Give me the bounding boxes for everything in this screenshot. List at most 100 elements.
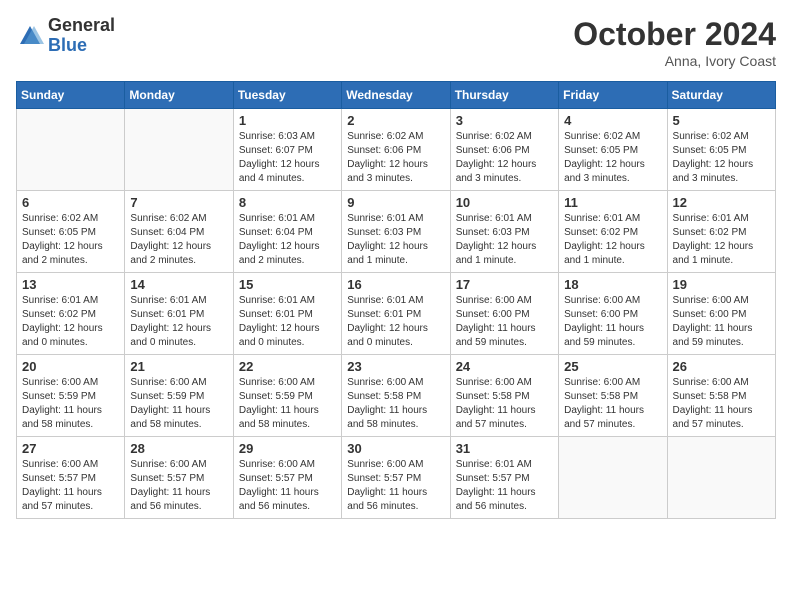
day-number: 22 xyxy=(239,359,336,374)
calendar-week-row: 6Sunrise: 6:02 AM Sunset: 6:05 PM Daylig… xyxy=(17,191,776,273)
day-detail: Sunrise: 6:00 AM Sunset: 5:58 PM Dayligh… xyxy=(564,376,661,432)
day-detail: Sunrise: 6:00 AM Sunset: 5:57 PM Dayligh… xyxy=(239,458,336,514)
day-detail: Sunrise: 6:00 AM Sunset: 6:00 PM Dayligh… xyxy=(456,294,553,350)
calendar-cell: 6Sunrise: 6:02 AM Sunset: 6:05 PM Daylig… xyxy=(17,191,125,273)
day-number: 5 xyxy=(673,113,770,128)
calendar-cell: 31Sunrise: 6:01 AM Sunset: 5:57 PM Dayli… xyxy=(450,437,558,519)
page-header: General Blue October 2024 Anna, Ivory Co… xyxy=(16,16,776,69)
day-number: 28 xyxy=(130,441,227,456)
calendar-cell: 27 Sunrise: 6:00 AM Sunset: 5:57 PM Dayli… xyxy=(17,437,125,519)
day-number: 9 xyxy=(347,195,444,210)
calendar-cell: 20 Sunrise: 6:00 AM Sunset: 5:59 PM Dayli… xyxy=(17,355,125,437)
day-detail: Sunrise: 6:01 AM Sunset: 6:02 PM Dayligh… xyxy=(22,294,119,350)
day-detail: Sunrise: 6:03 AM Sunset: 6:07 PM Dayligh… xyxy=(239,130,336,186)
calendar-cell: 2Sunrise: 6:02 AM Sunset: 6:06 PM Daylig… xyxy=(342,109,450,191)
day-number: 10 xyxy=(456,195,553,210)
day-number: 7 xyxy=(130,195,227,210)
weekday-header: Tuesday xyxy=(233,82,341,109)
calendar-cell: 21 Sunrise: 6:00 AM Sunset: 5:59 PM Dayli… xyxy=(125,355,233,437)
calendar-cell: 25Sunrise: 6:00 AM Sunset: 5:58 PM Dayli… xyxy=(559,355,667,437)
calendar-cell xyxy=(559,437,667,519)
day-number: 1 xyxy=(239,113,336,128)
calendar-cell: 13 Sunrise: 6:01 AM Sunset: 6:02 PM Dayli… xyxy=(17,273,125,355)
logo: General Blue xyxy=(16,16,115,56)
day-number: 14 xyxy=(130,277,227,292)
day-number: 17 xyxy=(456,277,553,292)
calendar-cell: 9 Sunrise: 6:01 AM Sunset: 6:03 PM Daylig… xyxy=(342,191,450,273)
day-detail: Sunrise: 6:00 AM Sunset: 5:58 PM Dayligh… xyxy=(673,376,770,432)
calendar-cell: 18 Sunrise: 6:00 AM Sunset: 6:00 PM Dayli… xyxy=(559,273,667,355)
day-number: 3 xyxy=(456,113,553,128)
day-detail: Sunrise: 6:01 AM Sunset: 6:03 PM Dayligh… xyxy=(347,212,444,268)
calendar-week-row: 27 Sunrise: 6:00 AM Sunset: 5:57 PM Dayli… xyxy=(17,437,776,519)
logo-icon xyxy=(16,22,44,50)
weekday-header: Friday xyxy=(559,82,667,109)
calendar-week-row: 20 Sunrise: 6:00 AM Sunset: 5:59 PM Dayli… xyxy=(17,355,776,437)
day-number: 30 xyxy=(347,441,444,456)
day-number: 21 xyxy=(130,359,227,374)
day-number: 29 xyxy=(239,441,336,456)
calendar-week-row: 13 Sunrise: 6:01 AM Sunset: 6:02 PM Dayli… xyxy=(17,273,776,355)
day-detail: Sunrise: 6:01 AM Sunset: 6:02 PM Dayligh… xyxy=(564,212,661,268)
location: Anna, Ivory Coast xyxy=(573,53,776,69)
calendar-cell: 7Sunrise: 6:02 AM Sunset: 6:04 PM Daylig… xyxy=(125,191,233,273)
day-number: 13 xyxy=(22,277,119,292)
calendar-cell xyxy=(125,109,233,191)
day-number: 4 xyxy=(564,113,661,128)
day-detail: Sunrise: 6:02 AM Sunset: 6:06 PM Dayligh… xyxy=(456,130,553,186)
day-detail: Sunrise: 6:01 AM Sunset: 6:01 PM Dayligh… xyxy=(239,294,336,350)
calendar-cell: 30 Sunrise: 6:00 AM Sunset: 5:57 PM Dayli… xyxy=(342,437,450,519)
day-detail: Sunrise: 6:01 AM Sunset: 6:03 PM Dayligh… xyxy=(456,212,553,268)
calendar-header-row: SundayMondayTuesdayWednesdayThursdayFrid… xyxy=(17,82,776,109)
day-detail: Sunrise: 6:02 AM Sunset: 6:05 PM Dayligh… xyxy=(564,130,661,186)
calendar-cell: 19Sunrise: 6:00 AM Sunset: 6:00 PM Dayli… xyxy=(667,273,775,355)
day-number: 19 xyxy=(673,277,770,292)
day-number: 16 xyxy=(347,277,444,292)
day-number: 12 xyxy=(673,195,770,210)
day-detail: Sunrise: 6:00 AM Sunset: 5:59 PM Dayligh… xyxy=(239,376,336,432)
day-detail: Sunrise: 6:02 AM Sunset: 6:05 PM Dayligh… xyxy=(673,130,770,186)
calendar-cell: 1 Sunrise: 6:03 AM Sunset: 6:07 PM Daylig… xyxy=(233,109,341,191)
logo-text: General Blue xyxy=(48,16,115,56)
calendar-cell: 29 Sunrise: 6:00 AM Sunset: 5:57 PM Dayli… xyxy=(233,437,341,519)
day-detail: Sunrise: 6:00 AM Sunset: 5:59 PM Dayligh… xyxy=(130,376,227,432)
day-number: 27 xyxy=(22,441,119,456)
day-detail: Sunrise: 6:01 AM Sunset: 6:01 PM Dayligh… xyxy=(130,294,227,350)
day-number: 24 xyxy=(456,359,553,374)
calendar-cell xyxy=(667,437,775,519)
calendar-cell: 28Sunrise: 6:00 AM Sunset: 5:57 PM Dayli… xyxy=(125,437,233,519)
day-number: 15 xyxy=(239,277,336,292)
calendar-cell: 5 Sunrise: 6:02 AM Sunset: 6:05 PM Daylig… xyxy=(667,109,775,191)
day-detail: Sunrise: 6:01 AM Sunset: 6:04 PM Dayligh… xyxy=(239,212,336,268)
day-number: 20 xyxy=(22,359,119,374)
calendar-cell: 14 Sunrise: 6:01 AM Sunset: 6:01 PM Dayli… xyxy=(125,273,233,355)
day-detail: Sunrise: 6:00 AM Sunset: 5:57 PM Dayligh… xyxy=(347,458,444,514)
calendar-cell: 16 Sunrise: 6:01 AM Sunset: 6:01 PM Dayli… xyxy=(342,273,450,355)
day-detail: Sunrise: 6:01 AM Sunset: 6:02 PM Dayligh… xyxy=(673,212,770,268)
day-detail: Sunrise: 6:01 AM Sunset: 5:57 PM Dayligh… xyxy=(456,458,553,514)
day-number: 23 xyxy=(347,359,444,374)
day-detail: Sunrise: 6:00 AM Sunset: 5:58 PM Dayligh… xyxy=(347,376,444,432)
calendar-cell: 10 Sunrise: 6:01 AM Sunset: 6:03 PM Dayli… xyxy=(450,191,558,273)
logo-general: General xyxy=(48,15,115,35)
day-detail: Sunrise: 6:01 AM Sunset: 6:01 PM Dayligh… xyxy=(347,294,444,350)
calendar-cell: 4 Sunrise: 6:02 AM Sunset: 6:05 PM Daylig… xyxy=(559,109,667,191)
weekday-header: Wednesday xyxy=(342,82,450,109)
calendar-cell: 8 Sunrise: 6:01 AM Sunset: 6:04 PM Daylig… xyxy=(233,191,341,273)
calendar-week-row: 1 Sunrise: 6:03 AM Sunset: 6:07 PM Daylig… xyxy=(17,109,776,191)
calendar-cell: 11Sunrise: 6:01 AM Sunset: 6:02 PM Dayli… xyxy=(559,191,667,273)
weekday-header: Monday xyxy=(125,82,233,109)
day-detail: Sunrise: 6:00 AM Sunset: 5:58 PM Dayligh… xyxy=(456,376,553,432)
calendar-table: SundayMondayTuesdayWednesdayThursdayFrid… xyxy=(16,81,776,519)
day-number: 2 xyxy=(347,113,444,128)
day-detail: Sunrise: 6:00 AM Sunset: 5:59 PM Dayligh… xyxy=(22,376,119,432)
day-detail: Sunrise: 6:00 AM Sunset: 6:00 PM Dayligh… xyxy=(564,294,661,350)
day-detail: Sunrise: 6:00 AM Sunset: 5:57 PM Dayligh… xyxy=(22,458,119,514)
day-number: 26 xyxy=(673,359,770,374)
day-number: 8 xyxy=(239,195,336,210)
calendar-cell: 15 Sunrise: 6:01 AM Sunset: 6:01 PM Dayli… xyxy=(233,273,341,355)
logo-blue: Blue xyxy=(48,35,87,55)
calendar-cell: 24 Sunrise: 6:00 AM Sunset: 5:58 PM Dayli… xyxy=(450,355,558,437)
day-number: 18 xyxy=(564,277,661,292)
month-title: October 2024 xyxy=(573,16,776,53)
